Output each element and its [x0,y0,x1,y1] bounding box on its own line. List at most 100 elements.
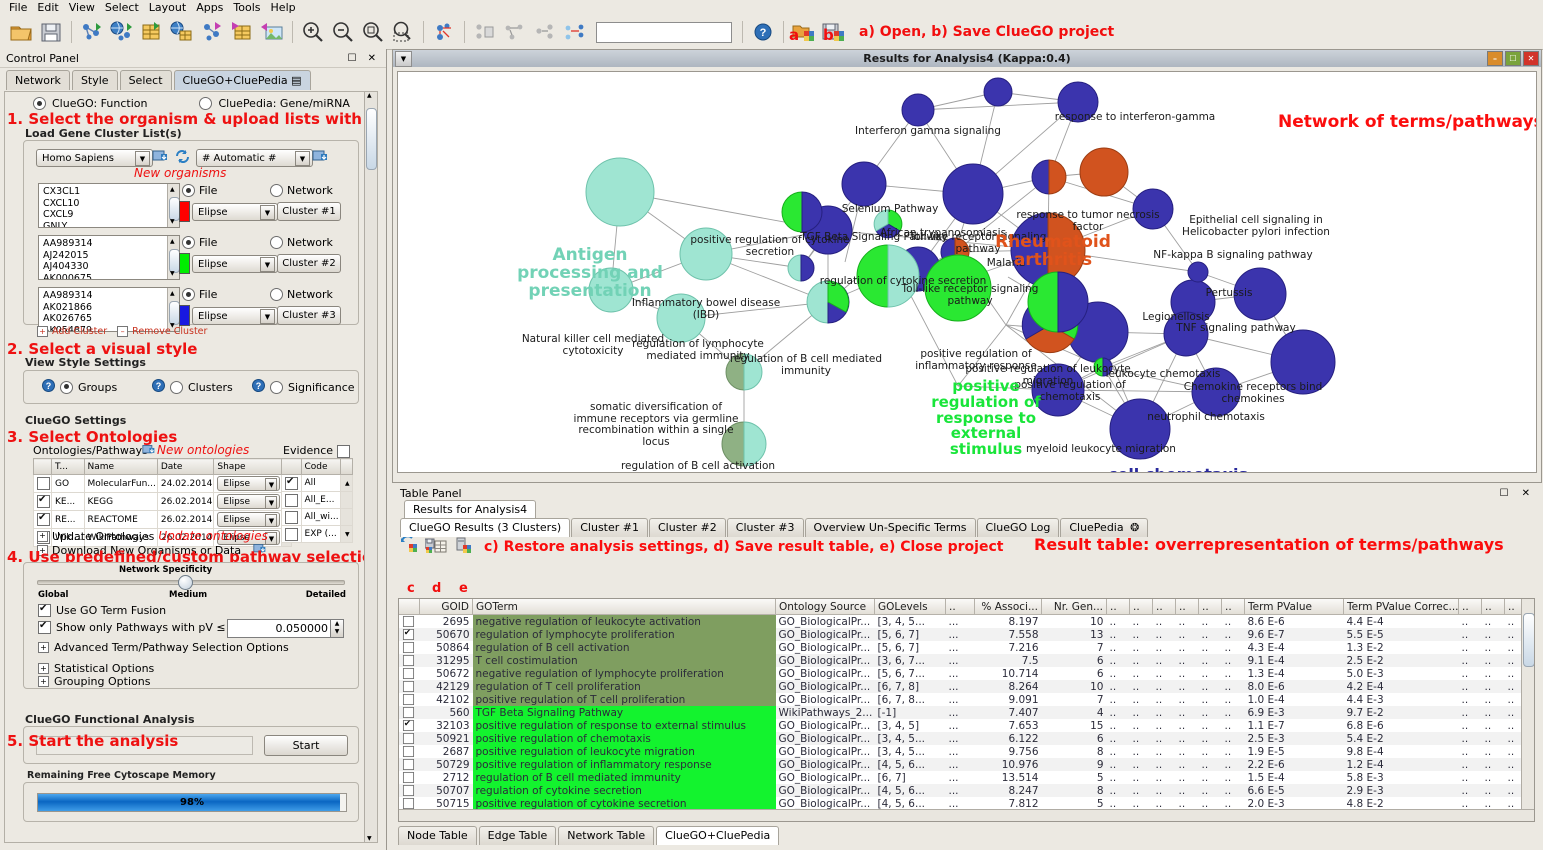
code-checkbox[interactable] [285,493,298,507]
menu-file[interactable]: File [4,1,32,14]
col-term-pvalue-corrected[interactable]: Term PValue Correc... [1343,599,1459,615]
select-adjacent-icon[interactable] [562,19,588,45]
row-checkbox[interactable] [402,732,415,745]
search-input[interactable] [596,21,732,43]
menu-edit[interactable]: Edit [32,1,63,14]
import-table-icon[interactable] [139,19,165,45]
zoom-selected-icon[interactable] [390,19,416,45]
import-table-web-icon[interactable] [169,19,195,45]
cluster3-shape-select[interactable]: Elipse ▼ [192,307,278,325]
col-dots-2[interactable]: .. [1106,599,1130,615]
menu-help[interactable]: Help [266,1,301,14]
control-panel-window-buttons[interactable]: ☐ ✕ [347,53,380,64]
grouping-options-row[interactable]: + Grouping Options [38,675,150,688]
chevron-down-icon[interactable]: ▼ [135,151,150,166]
code-checkbox[interactable] [285,476,298,490]
network-menu-dropdown-icon[interactable]: ▼ [395,50,412,67]
save-disk-icon[interactable] [38,19,64,45]
row-checkbox-cell[interactable] [399,654,420,667]
ont-shape-select[interactable]: Elipse ▼ [217,476,281,491]
code-checkbox[interactable] [285,527,298,541]
tab-network[interactable]: Network [6,70,70,90]
row-checkbox-cell[interactable] [399,641,420,654]
row-checkbox[interactable] [402,628,415,641]
code-scroll-up[interactable]: ▲ [339,474,354,492]
radio-clusters[interactable] [170,380,183,394]
radio-network[interactable] [270,288,283,301]
table-row[interactable]: 50864 regulation of B cell activation GO_B… [399,641,1534,654]
tab-style[interactable]: Style [71,70,118,90]
table-row[interactable]: 50729 positive regulation of inflammatory… [399,758,1534,771]
menu-select[interactable]: Select [100,1,144,14]
add-cluster-button[interactable]: + Add Cluster – Remove Cluster [37,326,207,337]
radio-file[interactable] [182,288,195,301]
cluster1-color-swatch[interactable] [179,201,190,222]
row-checkbox-cell[interactable] [399,758,420,771]
cluster1-scrollbar[interactable] [167,184,179,227]
style-option-significance[interactable]: ? Significance [252,379,355,395]
menu-apps[interactable]: Apps [191,1,228,14]
chevron-down-icon[interactable]: ▼ [260,309,275,324]
network-canvas[interactable]: Interferon gamma signaling response to i… [397,71,1537,473]
network-graph[interactable] [398,72,1536,472]
tab-network-table[interactable]: Network Table [558,826,655,845]
advanced-options-row[interactable]: + Advanced Term/Pathway Selection Options [38,641,289,654]
table-row[interactable]: 2695 negative regulation of leukocyte act… [399,614,1534,628]
menu-tools[interactable]: Tools [228,1,265,14]
table-row[interactable]: 560 TGF Beta Signaling Pathway WikiPathway… [399,706,1534,719]
row-checkbox[interactable] [402,706,415,719]
table-row[interactable]: 42102 positive regulation of T cell proli… [399,693,1534,706]
table-row[interactable]: RE...REACTOME26.02.2014 Elipse ▼ [33,510,292,529]
results-grid[interactable]: GOID GOTerm Ontology Source GOLevels .. … [398,598,1535,822]
col-dots-9[interactable]: .. [1481,599,1505,615]
start-button[interactable]: Start [264,735,348,756]
help-icon[interactable]: ? [750,19,776,45]
row-checkbox-cell[interactable] [399,784,420,797]
col-goid[interactable]: GOID [419,599,473,615]
col-dots-4[interactable]: .. [1152,599,1176,615]
row-checkbox[interactable] [402,784,415,797]
col-dots-6[interactable]: .. [1198,599,1222,615]
cluster1-button[interactable]: Cluster #1 [277,202,341,221]
row-checkbox-cell[interactable] [399,719,420,732]
radio-network[interactable] [270,184,283,197]
cluster3-color-swatch[interactable] [179,305,190,326]
code-scroll-down[interactable]: ▼ [339,525,354,543]
refresh-icon[interactable] [174,148,191,165]
organism-select[interactable]: Homo Sapiens ▼ [36,149,153,167]
update-ontologies-row[interactable]: + Update Ontologies Update ontologies [37,529,268,543]
go-term-fusion-checkbox[interactable] [38,603,51,617]
cluster3-source-file[interactable]: File [182,288,217,301]
cluster2-source-network[interactable]: Network [270,236,333,249]
table-row[interactable]: All_wi... [281,508,354,526]
row-checkbox-cell[interactable] [399,693,420,706]
tab-node-table[interactable]: Node Table [398,826,477,845]
table-panel-window-buttons[interactable]: ☐ ✕ [1499,488,1535,499]
ont-shape-select[interactable]: Elipse ▼ [217,494,281,509]
radio-file[interactable] [182,236,195,249]
cluster2-gene-list[interactable]: AA989314 AJ242015 AJ404330 AK000675 [38,235,180,280]
restore-analysis-settings-icon[interactable] [400,534,418,557]
identifier-type-select[interactable]: # Automatic # ▼ [196,149,313,167]
table-row[interactable]: EXP (... ▼ [281,525,354,543]
network-specificity-slider-knob[interactable] [178,575,193,590]
cluster1-source-network[interactable]: Network [270,184,333,197]
select-nodes-icon[interactable] [472,19,498,45]
row-checkbox[interactable] [402,719,415,732]
tab-cluster-1[interactable]: Cluster #1 [571,518,648,537]
statistical-options-row[interactable]: + Statistical Options [38,662,154,675]
import-network-web-icon[interactable] [109,19,135,45]
maximize-button[interactable]: ☐ [1505,51,1521,66]
row-checkbox[interactable] [402,654,415,667]
row-checkbox[interactable] [402,615,415,628]
cluster1-gene-list[interactable]: CX3CL1 CXCL10 CXCL9 GNLY [38,183,180,228]
chevron-down-icon[interactable]: ▼ [295,151,310,166]
zoom-in-icon[interactable] [300,19,326,45]
row-checkbox[interactable] [402,680,415,693]
pvalue-input[interactable]: 0.050000 [227,619,333,638]
ont-row-checkbox[interactable] [37,477,50,490]
select-first-neighbors-icon[interactable] [532,19,558,45]
cluster2-button[interactable]: Cluster #2 [277,254,341,273]
minimize-button[interactable]: – [1487,51,1503,66]
style-option-clusters[interactable]: ? Clusters [152,379,233,395]
